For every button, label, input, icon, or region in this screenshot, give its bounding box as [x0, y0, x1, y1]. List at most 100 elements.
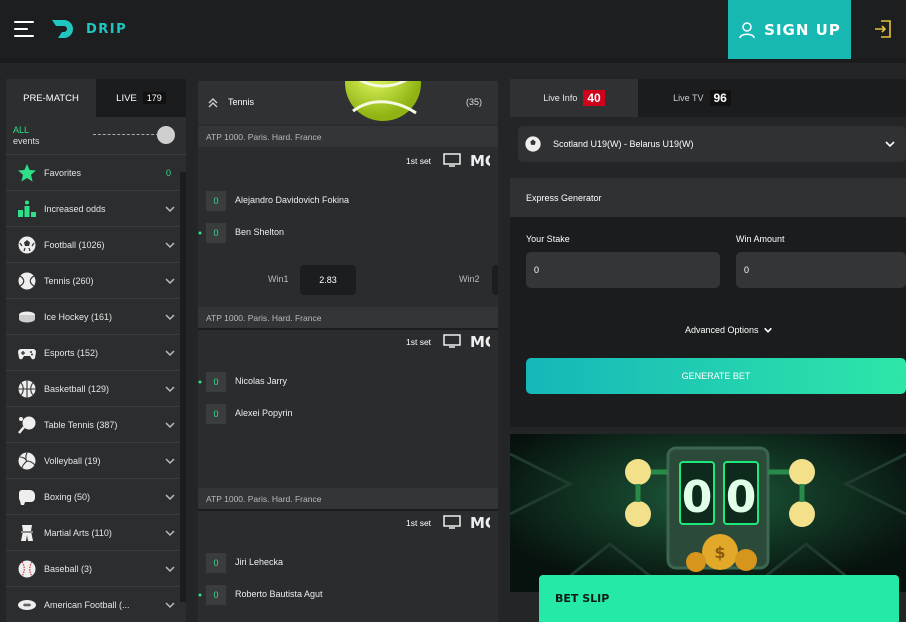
sidebar-item-label: Boxing (50)	[44, 491, 91, 502]
player-name[interactable]: Alexei Popyrin	[235, 408, 293, 418]
american-football-icon	[15, 593, 39, 617]
logo[interactable]: DRIP	[50, 15, 127, 43]
user-icon	[739, 21, 755, 38]
express-body: Your Stake Win Amount Advanced Options G…	[510, 217, 906, 427]
star-icon	[15, 161, 39, 185]
sign-up-button[interactable]: SIGN UP	[728, 0, 851, 59]
tv-icon[interactable]	[443, 515, 461, 529]
sidebar-item-basketball[interactable]: Basketball (129)	[6, 370, 186, 406]
sidebar-item-tennis[interactable]: Tennis (260)	[6, 262, 186, 298]
odd-win1-button[interactable]: 2.83	[300, 265, 356, 295]
bet-slip-button[interactable]: BET SLIP	[539, 575, 899, 622]
sidebar-item-label: Ice Hockey (161)	[44, 311, 113, 322]
chevron-down-icon	[165, 349, 175, 356]
divider	[198, 509, 498, 511]
sidebar-item-label: Table Tennis (387)	[44, 419, 118, 430]
stake-input[interactable]	[526, 252, 720, 288]
sports-sidebar: PRE-MATCH LIVE 179 ALL events Favorites …	[6, 79, 186, 622]
tab-pre-match-label: PRE-MATCH	[23, 92, 79, 104]
chevron-down-icon	[165, 457, 175, 464]
football-icon	[15, 233, 39, 257]
match-center-icon[interactable]: MC	[470, 514, 490, 530]
sidebar-item-american-football[interactable]: American Football (...	[6, 586, 186, 622]
chevron-down-icon	[165, 277, 175, 284]
events-filter-slider[interactable]	[93, 126, 177, 144]
sidebar-item-table-tennis[interactable]: Table Tennis (387)	[6, 406, 186, 442]
football-icon	[525, 136, 541, 152]
sidebar-item-boxing[interactable]: Boxing (50)	[6, 478, 186, 514]
win-amount-input[interactable]	[736, 252, 906, 288]
sport-count: (35)	[466, 97, 483, 107]
score-p1: 0	[206, 553, 226, 573]
logo-text: DRIP	[86, 21, 128, 37]
slot-machine-illustration: 0 0 $	[510, 434, 906, 592]
top-header: DRIP SIGN UP	[0, 0, 906, 59]
gamepad-icon	[15, 341, 39, 365]
sidebar-item-esports[interactable]: Esports (152)	[6, 334, 186, 370]
tab-pre-match[interactable]: PRE-MATCH	[6, 79, 96, 117]
tab-live[interactable]: LIVE 179	[96, 79, 186, 117]
events-label: events	[13, 136, 40, 146]
match-center-icon[interactable]: MC	[470, 333, 490, 349]
tv-icon[interactable]	[443, 334, 461, 348]
player-name[interactable]: Nicolas Jarry	[235, 376, 287, 386]
sidebar-item-martial-arts[interactable]: Martial Arts (110)	[6, 514, 186, 550]
express-title: Express Generator	[510, 178, 906, 217]
sidebar-item-favorites[interactable]: Favorites 0	[6, 154, 186, 190]
chevron-down-icon	[763, 327, 772, 333]
favorites-count: 0	[165, 167, 171, 178]
win-amount-label: Win Amount	[736, 234, 785, 244]
player-name[interactable]: Jiri Lehecka	[235, 557, 283, 567]
odd-win2-button[interactable]	[492, 265, 498, 295]
match-center-icon[interactable]: MC	[470, 152, 490, 168]
chevron-down-icon	[165, 529, 175, 536]
tab-live-info[interactable]: Live Info 40	[510, 79, 638, 117]
sport-header[interactable]: Tennis (35)	[198, 81, 498, 124]
volleyball-icon	[15, 449, 39, 473]
sidebar-item-volleyball[interactable]: Volleyball (19)	[6, 442, 186, 478]
sidebar-item-baseball[interactable]: Baseball (3)	[6, 550, 186, 586]
selected-match-label: Scotland U19(W) - Belarus U19(W)	[553, 139, 694, 149]
sidebar-item-increased-odds[interactable]: Increased odds	[6, 190, 186, 226]
player-name[interactable]: Roberto Bautista Agut	[235, 589, 323, 599]
svg-text:$: $	[714, 543, 725, 562]
tv-icon[interactable]	[443, 153, 461, 167]
sidebar-scrollbar[interactable]	[180, 172, 186, 602]
login-icon	[875, 20, 891, 38]
chevron-down-icon	[165, 601, 175, 608]
events-list: Tennis (35) ATP 1000. Paris. Hard. Franc…	[198, 81, 498, 622]
live-tabs: Live Info 40 Live TV 96	[510, 79, 906, 117]
league-header: ATP 1000. Paris. Hard. France	[198, 488, 498, 509]
collapse-icon[interactable]	[207, 97, 219, 109]
advanced-options-label: Advanced Options	[685, 325, 759, 335]
login-button[interactable]	[863, 10, 903, 48]
serve-indicator	[198, 380, 202, 384]
score-p2: 0	[206, 404, 226, 424]
live-info-badge: 40	[583, 90, 605, 106]
sport-title: Tennis	[228, 97, 255, 107]
tab-live-tv[interactable]: Live TV 96	[638, 79, 766, 117]
header-divider	[0, 59, 906, 63]
sidebar-item-label: Increased odds	[44, 203, 106, 214]
all-label: ALL	[13, 125, 30, 135]
advanced-options-toggle[interactable]: Advanced Options	[685, 325, 773, 335]
generate-bet-button[interactable]: GENERATE BET	[526, 358, 906, 394]
player-name[interactable]: Ben Shelton	[235, 227, 284, 237]
sidebar-tabs: PRE-MATCH LIVE 179	[6, 79, 186, 117]
match-selector[interactable]: Scotland U19(W) - Belarus U19(W)	[518, 126, 906, 162]
sidebar-item-football[interactable]: Football (1026)	[6, 226, 186, 262]
slider-knob[interactable]	[157, 126, 175, 144]
league-header: ATP 1000. Paris. Hard. France	[198, 307, 498, 328]
sidebar-item-ice-hockey[interactable]: Ice Hockey (161)	[6, 298, 186, 334]
promo-banner[interactable]: 0 0 $	[510, 434, 906, 592]
sidebar-item-label: Martial Arts (110)	[44, 527, 112, 538]
score-p1: 0	[206, 372, 226, 392]
menu-icon[interactable]	[14, 21, 34, 37]
score-p2: 0	[206, 585, 226, 605]
sign-up-label: SIGN UP	[764, 20, 841, 39]
basketball-icon	[15, 377, 39, 401]
sidebar-item-label: Football (1026)	[44, 239, 105, 250]
martial-arts-icon	[15, 521, 39, 545]
player-name[interactable]: Alejandro Davidovich Fokina	[235, 195, 349, 205]
chevron-down-icon	[165, 385, 175, 392]
